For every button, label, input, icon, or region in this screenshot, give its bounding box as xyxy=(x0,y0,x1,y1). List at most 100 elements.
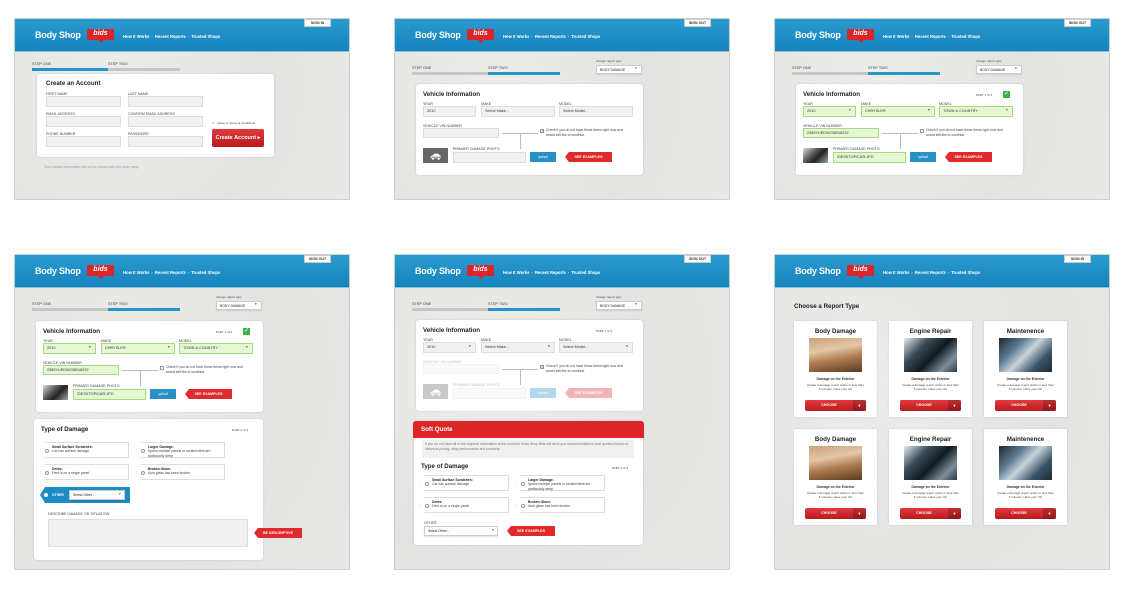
sign-in-button[interactable]: SIGN IN xyxy=(304,19,331,27)
choose-button[interactable]: CHOOSE ▼ xyxy=(995,508,1056,519)
vin-input[interactable] xyxy=(423,128,499,138)
phone-number-input[interactable] xyxy=(46,136,121,147)
choose-button[interactable]: CHOOSE ▼ xyxy=(805,508,866,519)
model-select[interactable]: Select Model... xyxy=(559,342,633,353)
terms-checkbox[interactable]: ✓ xyxy=(212,121,215,126)
see-examples-button[interactable]: SEE EXAMPLES xyxy=(945,152,992,162)
nav-link-trusted-shops[interactable]: Trusted Shops xyxy=(191,34,220,39)
vin-input[interactable]: 2389YUEDW238918292 xyxy=(803,128,879,138)
damage-option-radio[interactable] xyxy=(45,471,49,475)
nav-link-how-it-works[interactable]: How It Works xyxy=(503,270,529,275)
photo-input[interactable] xyxy=(453,388,526,399)
email-address-input[interactable] xyxy=(46,116,121,127)
make-select[interactable]: CHRYSLER xyxy=(861,106,935,117)
sign-out-button[interactable]: SIGN OUT xyxy=(684,19,711,27)
skip-checkbox[interactable] xyxy=(160,366,164,370)
skip-checkbox[interactable]: ✓ xyxy=(540,129,544,133)
nav-link-how-it-works[interactable]: How It Works xyxy=(883,34,909,39)
photo-input[interactable]: /DESKTOP/CAR.JPG xyxy=(833,152,906,163)
sign-out-button[interactable]: SIGN OUT xyxy=(684,255,711,263)
vin-input[interactable]: 2389YUEDW238918292 xyxy=(43,365,119,375)
damage-option[interactable]: Broken Glass: Auto glass has been broken xyxy=(136,464,225,480)
nav-link-recent-reports[interactable]: Recent Reports xyxy=(915,34,946,39)
damage-option-radio[interactable] xyxy=(45,449,49,453)
damage-option[interactable]: Small Surface Scratches: Car has surface … xyxy=(40,442,129,458)
damage-option-radio[interactable] xyxy=(425,504,429,508)
choose-button[interactable]: CHOOSE ▼ xyxy=(805,400,866,411)
create-account-button[interactable]: Create Account ▸ xyxy=(212,129,264,147)
choose-button[interactable]: CHOOSE ▼ xyxy=(995,400,1056,411)
logo-text[interactable]: Body Shop xyxy=(415,30,461,40)
chevron-down-icon[interactable]: ▼ xyxy=(1043,400,1056,411)
logo-text[interactable]: Body Shop xyxy=(795,30,841,40)
vin-input[interactable] xyxy=(423,364,499,374)
chevron-down-icon[interactable]: ▼ xyxy=(853,508,866,519)
chevron-down-icon[interactable]: ▼ xyxy=(948,508,961,519)
see-examples-button[interactable]: SEE EXAMPLES xyxy=(565,388,612,398)
model-select[interactable]: TOWN & COUNTRY xyxy=(939,106,1013,117)
upload-button[interactable]: upload xyxy=(150,389,176,399)
other-select[interactable]: Select Other... xyxy=(424,526,498,536)
damage-option-radio[interactable] xyxy=(425,482,429,486)
nav-link-trusted-shops[interactable]: Trusted Shops xyxy=(571,34,600,39)
damage-option-radio[interactable] xyxy=(521,482,525,486)
damage-option[interactable]: Dents: Dent is on a single panel xyxy=(40,464,129,480)
chevron-down-icon[interactable]: ▼ xyxy=(1043,508,1056,519)
nav-link-recent-reports[interactable]: Recent Reports xyxy=(535,270,566,275)
nav-link-trusted-shops[interactable]: Trusted Shops xyxy=(191,270,220,275)
photo-input[interactable] xyxy=(453,152,526,163)
damage-option-radio[interactable] xyxy=(521,504,525,508)
sign-in-button[interactable]: SIGN IN xyxy=(1064,255,1091,263)
other-option-selected[interactable]: OTHER Select Other... ▾ xyxy=(40,487,130,503)
logo-text[interactable]: Body Shop xyxy=(35,30,81,40)
year-select[interactable]: 2010 xyxy=(423,106,476,117)
upload-button[interactable]: upload xyxy=(530,152,556,162)
nav-link-recent-reports[interactable]: Recent Reports xyxy=(155,34,186,39)
model-select[interactable]: Select Model... xyxy=(559,106,633,117)
sign-out-button[interactable]: SIGN OUT xyxy=(1064,19,1091,27)
password-input[interactable] xyxy=(128,136,203,147)
damage-option[interactable]: Dents: Dent is on a single panel xyxy=(420,497,509,513)
nav-link-recent-reports[interactable]: Recent Reports xyxy=(155,270,186,275)
describe-textarea[interactable] xyxy=(48,519,248,547)
damage-option[interactable]: Larger Damage: Spans multiple panels or s… xyxy=(136,442,225,458)
model-select[interactable]: TOWN & COUNTRY xyxy=(179,343,253,354)
first-name-input[interactable] xyxy=(46,96,121,107)
damage-option[interactable]: Larger Damage: Spans multiple panels or s… xyxy=(516,475,605,491)
see-examples-button[interactable]: SEE EXAMPLES xyxy=(507,526,555,536)
confirm-email-address-input[interactable] xyxy=(128,116,203,127)
make-select[interactable]: Select Make... xyxy=(481,342,555,353)
photo-input[interactable]: /DESKTOP/CAR.JPG xyxy=(73,389,146,400)
sign-out-button[interactable]: SIGN OUT xyxy=(304,255,331,263)
make-select[interactable]: CHRYSLER xyxy=(101,343,175,354)
choose-button[interactable]: CHOOSE ▼ xyxy=(900,400,961,411)
nav-link-recent-reports[interactable]: Recent Reports xyxy=(915,270,946,275)
upload-button[interactable]: upload xyxy=(910,152,936,162)
nav-link-trusted-shops[interactable]: Trusted Shops xyxy=(571,270,600,275)
logo-text[interactable]: Body Shop xyxy=(415,266,461,276)
damage-option-radio[interactable] xyxy=(141,471,145,475)
other-radio[interactable] xyxy=(44,493,48,497)
damage-option-radio[interactable] xyxy=(141,449,145,453)
nav-link-trusted-shops[interactable]: Trusted Shops xyxy=(951,270,980,275)
other-select[interactable]: Select Other... xyxy=(69,490,125,500)
logo-text[interactable]: Body Shop xyxy=(795,266,841,276)
last-name-input[interactable] xyxy=(128,96,203,107)
see-examples-button[interactable]: SEE EXAMPLES xyxy=(565,152,612,162)
nav-link-how-it-works[interactable]: How It Works xyxy=(123,270,149,275)
upload-button[interactable]: upload xyxy=(530,388,556,398)
nav-link-trusted-shops[interactable]: Trusted Shops xyxy=(951,34,980,39)
nav-link-how-it-works[interactable]: How It Works xyxy=(503,34,529,39)
nav-link-how-it-works[interactable]: How It Works xyxy=(123,34,149,39)
chevron-down-icon[interactable]: ▼ xyxy=(948,400,961,411)
skip-checkbox[interactable] xyxy=(920,129,924,133)
nav-link-recent-reports[interactable]: Recent Reports xyxy=(535,34,566,39)
nav-link-how-it-works[interactable]: How It Works xyxy=(883,270,909,275)
logo-text[interactable]: Body Shop xyxy=(35,266,81,276)
see-examples-button[interactable]: SEE EXAMPLES xyxy=(185,389,232,399)
choose-button[interactable]: CHOOSE ▼ xyxy=(900,508,961,519)
damage-option[interactable]: Small Surface Scratches: Car has surface … xyxy=(420,475,509,491)
damage-option[interactable]: Broken Glass: Auto glass has been broken xyxy=(516,497,605,513)
make-select[interactable]: Select Make... xyxy=(481,106,555,117)
skip-checkbox[interactable]: ✓ xyxy=(540,365,544,369)
